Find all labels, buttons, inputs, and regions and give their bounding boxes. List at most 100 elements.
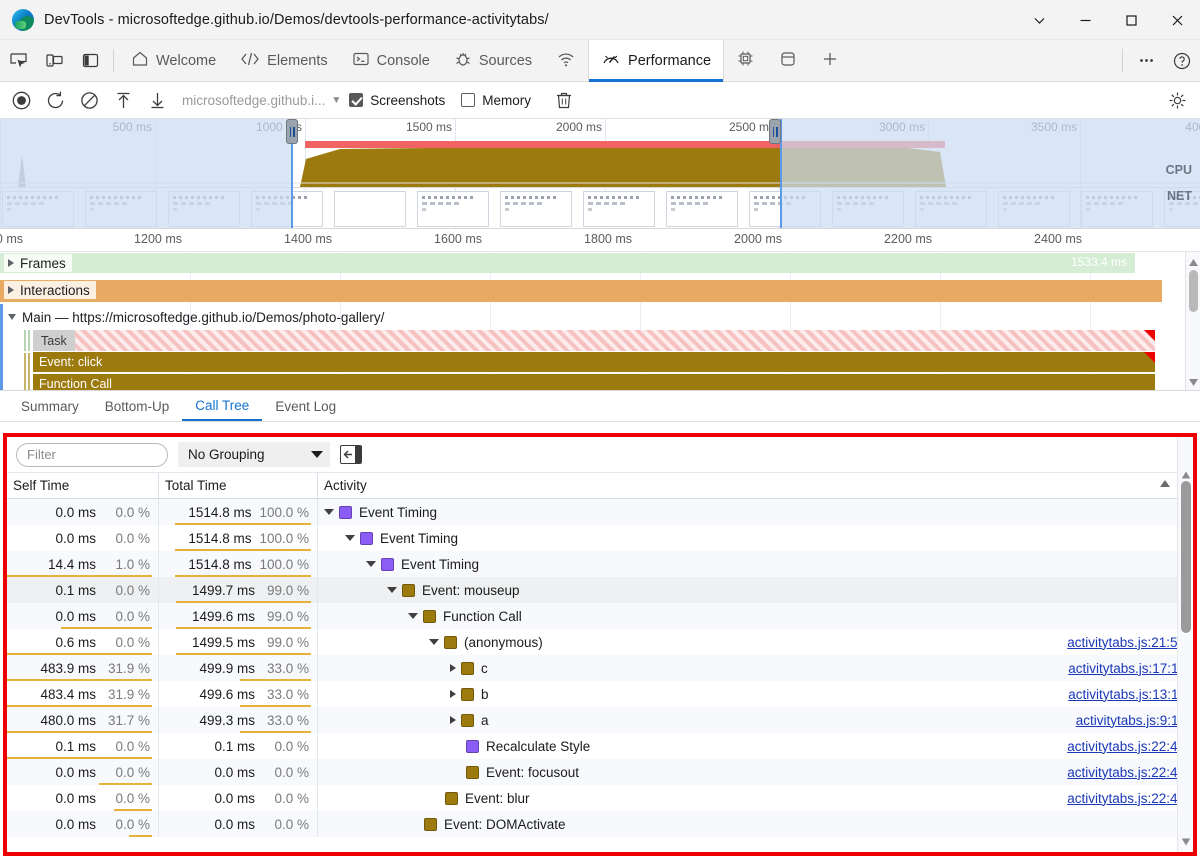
tab-call-tree[interactable]: Call Tree [182, 391, 263, 421]
table-row[interactable]: 0.1 ms 0.0 % 1499.7 ms 99.0 % Event: mouseup [7, 577, 1193, 603]
selection-handle-left[interactable] [286, 119, 298, 144]
grouping-value: No Grouping [188, 447, 265, 462]
chevron-down-icon[interactable] [408, 613, 418, 619]
call-tree-scrollbar[interactable] [1177, 437, 1193, 852]
interactions-track-bar[interactable] [0, 280, 1162, 302]
edge-logo-icon [12, 8, 34, 31]
total-time-ms: 0.1 ms [214, 738, 255, 754]
source-link[interactable]: activitytabs.js:17:11 [1068, 661, 1185, 676]
tab-elements[interactable]: Elements [228, 40, 339, 81]
chevron-down-icon[interactable] [324, 509, 334, 515]
tab-welcome[interactable]: Welcome [119, 40, 228, 81]
dock-side-icon[interactable] [72, 40, 108, 81]
add-panel-button[interactable] [809, 40, 851, 81]
call-tree-scroll-thumb[interactable] [1181, 481, 1191, 633]
download-profile-icon[interactable] [140, 85, 174, 115]
table-row[interactable]: 480.0 ms 31.7 % 499.3 ms 33.0 % a activitytab… [7, 707, 1193, 733]
window-more-button[interactable] [1016, 0, 1062, 40]
table-row[interactable]: 483.9 ms 31.9 % 499.9 ms 33.0 % c activitytab… [7, 655, 1193, 681]
source-link[interactable]: activitytabs.js:22:44 [1067, 765, 1185, 780]
delete-icon[interactable] [547, 85, 581, 115]
table-row[interactable]: 0.0 ms 0.0 % 1514.8 ms 100.0 % Event Timing [7, 499, 1193, 525]
collapse-function-icon[interactable] [340, 445, 362, 464]
self-time-percent: 0.0 % [115, 634, 150, 650]
activity-name: b [481, 686, 489, 702]
gear-icon[interactable] [1160, 85, 1194, 115]
table-row[interactable]: 0.0 ms 0.0 % 0.0 ms 0.0 % Event: focusout act… [7, 759, 1193, 785]
device-emulation-icon[interactable] [36, 40, 72, 81]
chevron-down-icon[interactable] [387, 587, 397, 593]
table-row[interactable]: 0.0 ms 0.0 % 1499.6 ms 99.0 % Function Call [7, 603, 1193, 629]
source-link[interactable]: activitytabs.js:13:11 [1068, 687, 1185, 702]
chevron-right-icon[interactable] [450, 664, 456, 672]
scroll-down-arrow-icon[interactable] [1181, 834, 1191, 846]
tab-summary[interactable]: Summary [8, 391, 92, 421]
table-row[interactable]: 0.0 ms 0.0 % 0.0 ms 0.0 % Event: DOMActivate [7, 811, 1193, 837]
activity-color-swatch [444, 635, 457, 649]
sort-ascending-icon [1160, 480, 1170, 487]
function-call-bar[interactable]: Function Call [33, 374, 1155, 390]
scroll-up-arrow-icon[interactable] [1181, 467, 1191, 479]
source-link[interactable]: activitytabs.js:9:11 [1076, 713, 1185, 728]
flame-chart[interactable]: 0 ms 1200 ms 1400 ms 1600 ms 1800 ms 200… [0, 229, 1200, 391]
column-header-self-time[interactable]: Self Time [7, 473, 159, 498]
help-icon[interactable] [1164, 40, 1200, 81]
tab-network[interactable] [544, 40, 588, 81]
self-time-bar [128, 834, 152, 837]
chevron-right-icon[interactable] [450, 716, 456, 724]
source-link[interactable]: activitytabs.js:22:44 [1067, 739, 1185, 754]
chevron-down-icon[interactable] [366, 561, 376, 567]
tab-performance[interactable]: Performance [588, 40, 725, 82]
table-row[interactable]: 0.6 ms 0.0 % 1499.5 ms 99.0 % (anonymous) act… [7, 629, 1193, 655]
tab-memory[interactable] [724, 40, 767, 81]
record-icon[interactable] [4, 85, 38, 115]
grouping-select[interactable]: No Grouping [178, 442, 330, 467]
flame-scroll-thumb[interactable] [1189, 270, 1198, 312]
chevron-down-icon[interactable] [429, 639, 439, 645]
clear-recording-icon[interactable] [72, 85, 106, 115]
filter-input[interactable]: Filter [16, 442, 168, 467]
details-tab-bar: Summary Bottom-Up Call Tree Event Log [0, 391, 1200, 422]
table-row[interactable]: 0.1 ms 0.0 % 0.1 ms 0.0 % Recalculate Style a… [7, 733, 1193, 759]
tab-bottom-up[interactable]: Bottom-Up [92, 391, 183, 421]
table-row[interactable]: 0.0 ms 0.0 % 1514.8 ms 100.0 % Event Timing [7, 525, 1193, 551]
call-tree-body[interactable]: 0.0 ms 0.0 % 1514.8 ms 100.0 % Event Timing 0… [7, 499, 1193, 837]
source-link[interactable]: activitytabs.js:21:59 [1067, 635, 1185, 650]
tab-sources[interactable]: Sources [442, 40, 544, 81]
tab-application[interactable] [767, 40, 809, 81]
inspect-element-icon[interactable] [0, 40, 36, 81]
flame-scrollbar[interactable] [1185, 252, 1200, 390]
console-icon [352, 50, 370, 72]
timeline-overview[interactable]: 500 ms 1000 ms 1500 ms 2000 ms 2500 ms 3… [0, 119, 1200, 229]
chevron-right-icon[interactable] [450, 690, 456, 698]
tab-event-log[interactable]: Event Log [262, 391, 349, 421]
window-close-button[interactable] [1154, 0, 1200, 40]
scroll-down-arrow-icon[interactable] [1188, 375, 1199, 386]
total-time-percent: 100.0 % [259, 530, 309, 546]
tab-console[interactable]: Console [340, 40, 442, 81]
track-header-main[interactable]: Main — https://microsoftedge.github.io/D… [4, 308, 390, 326]
task-bar[interactable]: Task [33, 330, 1155, 351]
event-click-bar[interactable]: Event: click [33, 352, 1155, 373]
memory-checkbox[interactable]: Memory [461, 93, 531, 108]
source-link[interactable]: activitytabs.js:22:44 [1067, 791, 1185, 806]
table-row[interactable]: 483.4 ms 31.9 % 499.6 ms 33.0 % b activitytab… [7, 681, 1193, 707]
upload-profile-icon[interactable] [106, 85, 140, 115]
self-time-ms: 483.9 ms [40, 660, 96, 676]
table-row[interactable]: 0.0 ms 0.0 % 0.0 ms 0.0 % Event: blur activit… [7, 785, 1193, 811]
column-header-total-time[interactable]: Total Time [159, 473, 318, 498]
chevron-down-icon[interactable] [345, 535, 355, 541]
table-row[interactable]: 14.4 ms 1.0 % 1514.8 ms 100.0 % Event Timing [7, 551, 1193, 577]
reload-and-record-icon[interactable] [38, 85, 72, 115]
scroll-up-arrow-icon[interactable] [1188, 255, 1199, 266]
chevron-down-icon[interactable]: ▼ [329, 95, 349, 106]
screenshots-checkbox[interactable]: Screenshots [349, 93, 445, 108]
track-header-interactions[interactable]: Interactions [4, 281, 96, 299]
column-header-activity[interactable]: Activity [318, 473, 1193, 498]
frames-track-bar[interactable]: 1533.4 ms [0, 253, 1135, 273]
window-maximize-button[interactable] [1108, 0, 1154, 40]
window-minimize-button[interactable] [1062, 0, 1108, 40]
more-options-icon[interactable] [1128, 40, 1164, 81]
track-header-frames[interactable]: Frames [4, 254, 72, 272]
selection-handle-right[interactable] [769, 119, 781, 144]
